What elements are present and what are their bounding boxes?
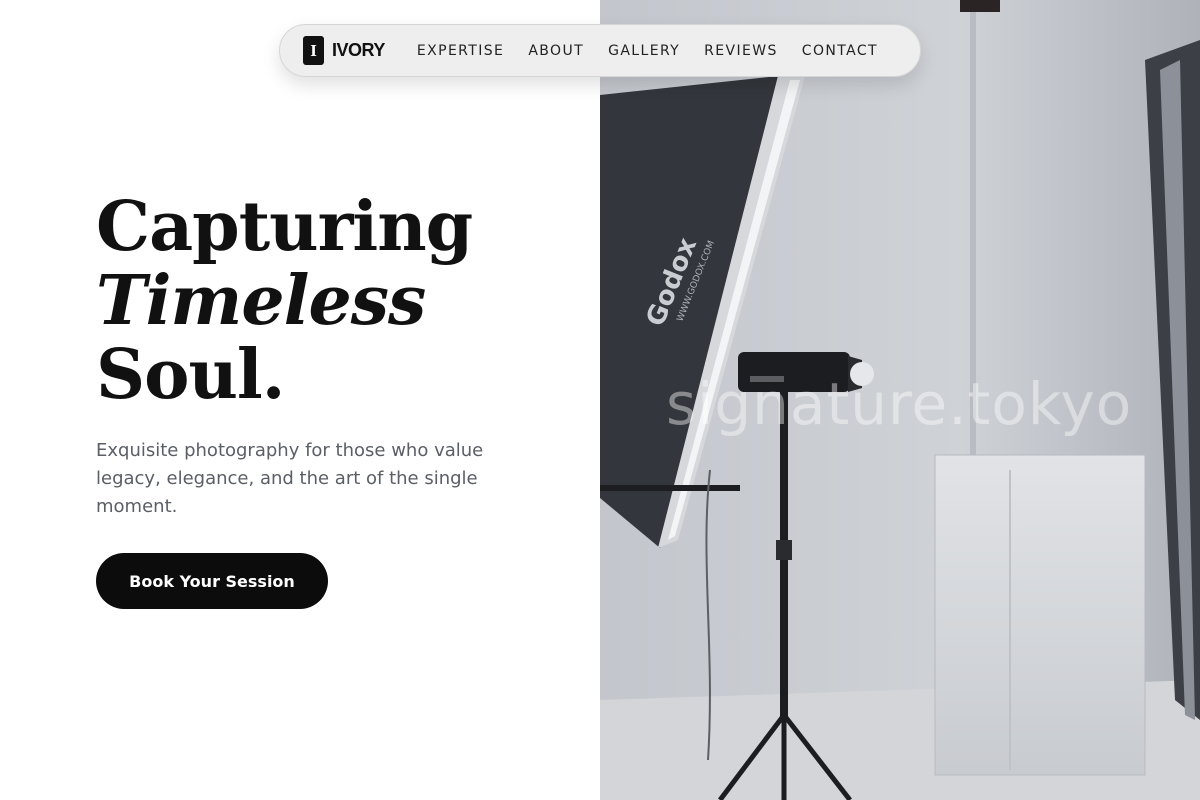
nav-link-gallery[interactable]: GALLERY xyxy=(608,43,680,59)
landing-page: Godox WWW.GODOX.COM signature.tokyo I IV… xyxy=(0,0,1200,800)
hero-title: Capturing Timeless Soul. xyxy=(96,187,473,415)
brand-name[interactable]: IVORY xyxy=(332,40,385,61)
nav-link-contact[interactable]: CONTACT xyxy=(802,43,878,59)
hero-title-line-1: Capturing xyxy=(96,187,473,267)
hero-title-line-3: Soul. xyxy=(96,335,285,415)
nav-link-reviews[interactable]: REVIEWS xyxy=(704,43,778,59)
watermark-text: signature.tokyo xyxy=(666,370,1133,438)
book-session-button[interactable]: Book Your Session xyxy=(96,553,328,609)
nav-link-expertise[interactable]: EXPERTISE xyxy=(417,43,504,59)
nav-link-about[interactable]: ABOUT xyxy=(528,43,584,59)
hero-subtitle: Exquisite photography for those who valu… xyxy=(96,440,484,517)
logo-mark-icon[interactable]: I xyxy=(303,36,324,65)
nav-links: EXPERTISE ABOUT GALLERY REVIEWS CONTACT xyxy=(417,43,878,59)
hero-title-line-2: Timeless xyxy=(96,261,426,341)
hero-photo: Godox WWW.GODOX.COM signature.tokyo xyxy=(600,0,1200,800)
top-navigation: I IVORY EXPERTISE ABOUT GALLERY REVIEWS … xyxy=(279,24,921,77)
